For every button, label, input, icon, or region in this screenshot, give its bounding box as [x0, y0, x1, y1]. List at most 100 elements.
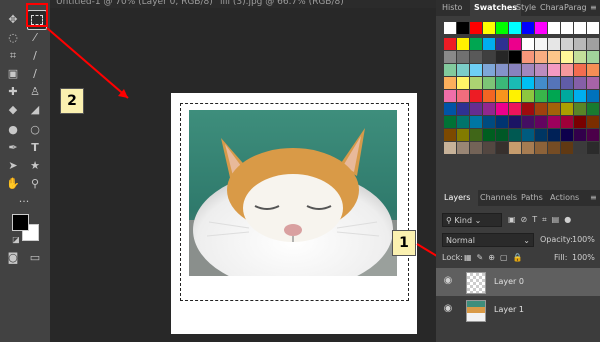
swatch-color[interactable] — [509, 142, 521, 154]
swatch-color[interactable] — [587, 103, 599, 115]
swatch-color[interactable] — [522, 38, 534, 50]
swatch-color[interactable] — [457, 38, 469, 50]
swatch-color[interactable] — [548, 64, 560, 76]
swatch-color[interactable] — [483, 116, 495, 128]
layer-row-layer-0[interactable]: ◉ Layer 0 — [436, 268, 600, 296]
swatch-color[interactable] — [470, 116, 482, 128]
swatch-color[interactable] — [535, 22, 547, 34]
swatch-color[interactable] — [483, 22, 495, 34]
dodge-icon[interactable]: ○ — [27, 122, 43, 138]
swatch-color[interactable] — [483, 142, 495, 154]
swatch-color[interactable] — [483, 129, 495, 141]
swatch-color[interactable] — [483, 90, 495, 102]
swatch-color[interactable] — [535, 142, 547, 154]
tab-actions[interactable]: Actions — [550, 190, 579, 206]
swatch-color[interactable] — [444, 38, 456, 50]
swatch-color[interactable] — [509, 51, 521, 63]
rectangle-shape-icon[interactable]: ★ — [27, 158, 43, 174]
swatch-color[interactable] — [561, 51, 573, 63]
visibility-eye-icon[interactable]: ◉ — [442, 303, 454, 315]
filter-type-icons[interactable]: ▣⊘T⌗▤● — [508, 213, 576, 227]
document-canvas[interactable] — [171, 93, 417, 334]
swatch-color[interactable] — [470, 142, 482, 154]
swatch-color[interactable] — [535, 116, 547, 128]
document-tab-active[interactable]: Untitled-1 @ 70% (Layer 0, RGB/8) — [56, 0, 213, 8]
swatch-color[interactable] — [522, 22, 534, 34]
swatch-color[interactable] — [483, 51, 495, 63]
swatch-color[interactable] — [444, 116, 456, 128]
swatch-color[interactable] — [587, 38, 599, 50]
swatch-color[interactable] — [535, 51, 547, 63]
swatch-color[interactable] — [561, 77, 573, 89]
swatch-color[interactable] — [509, 103, 521, 115]
swatch-color[interactable] — [561, 38, 573, 50]
swatch-color[interactable] — [496, 77, 508, 89]
screen-mode-icon[interactable]: ▭ — [27, 250, 43, 266]
swatch-color[interactable] — [496, 129, 508, 141]
tab-paragraph[interactable]: Parag — [564, 0, 587, 16]
eyedropper-icon[interactable]: / — [27, 48, 43, 64]
swatch-color[interactable] — [587, 129, 599, 141]
swatch-color[interactable] — [522, 116, 534, 128]
move-tool-icon[interactable]: ✥ — [5, 12, 21, 28]
document-tab-inactive[interactable]: ilil (3).jpg @ 66.7% (RGB/8) — [220, 0, 344, 8]
swatch-color[interactable] — [587, 51, 599, 63]
swatch-color[interactable] — [470, 64, 482, 76]
swatch-color[interactable] — [470, 77, 482, 89]
swatch-color[interactable] — [535, 64, 547, 76]
paint-bucket-icon[interactable]: ◢ — [27, 102, 43, 118]
eraser-icon[interactable]: ◆ — [5, 102, 21, 118]
visibility-eye-icon[interactable]: ◉ — [442, 275, 454, 287]
swatch-color[interactable] — [496, 90, 508, 102]
swatch-color[interactable] — [444, 90, 456, 102]
tab-channels[interactable]: Channels — [480, 190, 517, 206]
swatch-color[interactable] — [548, 142, 560, 154]
healing-brush-icon[interactable]: ✚ — [5, 84, 21, 100]
swatch-color[interactable] — [444, 64, 456, 76]
foreground-color-swatch-top[interactable] — [12, 214, 29, 231]
swatch-color[interactable] — [509, 116, 521, 128]
swatch-color[interactable] — [496, 103, 508, 115]
frame-icon[interactable]: ▣ — [5, 66, 21, 82]
tab-paths[interactable]: Paths — [521, 190, 543, 206]
swatch-color[interactable] — [548, 38, 560, 50]
swatch-color[interactable] — [587, 77, 599, 89]
swatch-color[interactable] — [522, 90, 534, 102]
swatch-color[interactable] — [587, 22, 599, 34]
lock-icons[interactable]: ▦✎⊕▢🔒 — [464, 251, 527, 265]
swatch-color[interactable] — [470, 38, 482, 50]
magic-wand-icon[interactable]: ⁄ — [27, 30, 43, 46]
swatch-color[interactable] — [587, 64, 599, 76]
swatch-color[interactable] — [574, 51, 586, 63]
default-colors-icon[interactable]: ◪ — [8, 232, 24, 248]
panel-menu-icon[interactable]: ≡ — [590, 0, 597, 16]
quick-mask-icon[interactable]: ◙ — [5, 250, 21, 266]
swatch-color[interactable] — [509, 38, 521, 50]
swatch-color[interactable] — [483, 64, 495, 76]
swatch-color[interactable] — [496, 38, 508, 50]
kind-filter-select[interactable]: ⚲ Kind ⌄ — [442, 213, 502, 227]
swatch-color[interactable] — [522, 129, 534, 141]
layers-menu-icon[interactable]: ≡ — [590, 190, 597, 206]
swatch-color[interactable] — [457, 64, 469, 76]
lasso-icon[interactable]: ◌ — [5, 30, 21, 46]
swatch-color[interactable] — [535, 90, 547, 102]
swatch-color[interactable] — [548, 90, 560, 102]
tab-character[interactable]: Chara — [540, 0, 564, 16]
swatch-color[interactable] — [548, 77, 560, 89]
swatch-color[interactable] — [444, 103, 456, 115]
swatch-color[interactable] — [574, 116, 586, 128]
swatch-color[interactable] — [509, 22, 521, 34]
swatch-color[interactable] — [444, 142, 456, 154]
swatch-color[interactable] — [470, 90, 482, 102]
swatch-color[interactable] — [574, 64, 586, 76]
swatch-color[interactable] — [457, 129, 469, 141]
swatch-color[interactable] — [457, 116, 469, 128]
tab-histogram[interactable]: Histo — [442, 0, 462, 16]
swatch-color[interactable] — [548, 129, 560, 141]
blend-mode-select[interactable]: Normal ⌄ — [442, 233, 534, 247]
more-tools-icon[interactable]: ··· — [16, 194, 32, 210]
swatch-color[interactable] — [574, 103, 586, 115]
crop-icon[interactable]: ⌗ — [5, 48, 21, 64]
swatch-color[interactable] — [457, 90, 469, 102]
